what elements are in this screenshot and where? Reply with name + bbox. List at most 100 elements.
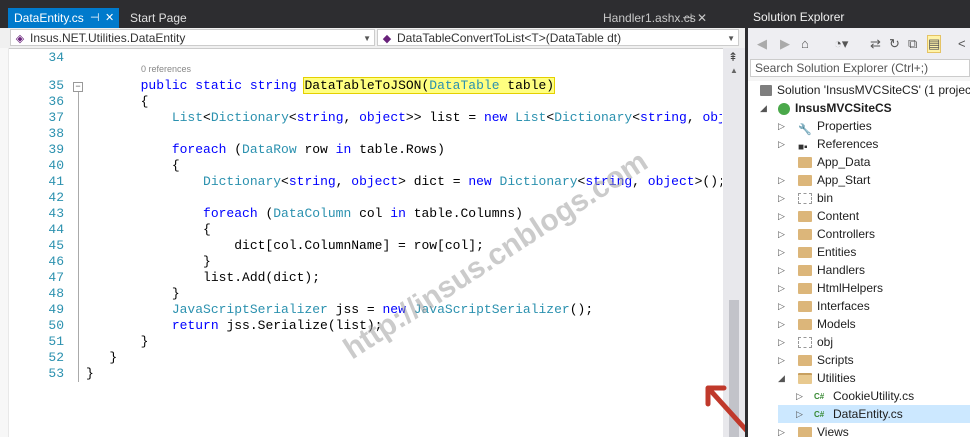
tree-node-dataentity[interactable]: ▷ C# DataEntity.cs xyxy=(778,405,970,423)
home-icon[interactable]: ⌂ xyxy=(801,36,809,51)
tree-node-app-data[interactable]: App_Data xyxy=(798,153,870,171)
tree-node-controllers[interactable]: ▷ Controllers xyxy=(778,225,875,243)
references-icon: ■▪ xyxy=(798,142,808,154)
collapsed-icon[interactable]: ▷ xyxy=(796,387,803,405)
code-editor[interactable]: DataEntity.cs ⊣ ✕ Start Page Handler1.as… xyxy=(0,0,745,437)
expanded-icon[interactable]: ◢ xyxy=(760,99,767,117)
editor-scrollbar[interactable]: ⇞ ▲ xyxy=(723,48,745,437)
folder-icon xyxy=(798,283,812,295)
tree-node-bin[interactable]: ▷ bin xyxy=(778,189,833,207)
collapsed-icon[interactable]: ▷ xyxy=(778,261,785,279)
collapsed-icon[interactable]: ▷ xyxy=(778,423,785,437)
tree-node-properties[interactable]: ▷ 🔧 Properties xyxy=(778,117,872,137)
line-number: 39 xyxy=(48,142,64,157)
pending-changes-filter-icon[interactable]: ◔▾ xyxy=(834,36,848,52)
solution-search-input[interactable]: Search Solution Explorer (Ctrl+;) xyxy=(750,59,970,77)
pin-icon[interactable]: ⊣ xyxy=(90,8,100,28)
tree-node-label: Controllers xyxy=(817,227,876,241)
tree-node-label: Utilities xyxy=(817,371,856,385)
line-number: 42 xyxy=(48,190,64,205)
line-number: 51 xyxy=(48,334,64,349)
web-project-icon xyxy=(778,102,790,115)
class-icon: ◈ xyxy=(15,33,25,45)
tree-node-app-start[interactable]: ▷ App_Start xyxy=(778,171,870,189)
collapsed-icon[interactable]: ▷ xyxy=(778,279,785,297)
splitter-icon[interactable]: ⇞ xyxy=(728,50,738,64)
tab-label: DataEntity.cs xyxy=(14,11,84,25)
collapsed-icon[interactable]: ▷ xyxy=(778,189,785,207)
forward-icon[interactable]: ▶ xyxy=(780,36,790,52)
line-number: 52 xyxy=(48,350,64,365)
collapsed-icon[interactable]: ▷ xyxy=(778,117,785,135)
code-text: } xyxy=(86,366,94,381)
line-number: 49 xyxy=(48,302,64,317)
collapsed-icon[interactable]: ▷ xyxy=(778,297,785,315)
collapsed-icon[interactable]: ▷ xyxy=(778,315,785,333)
tree-node-obj[interactable]: ▷ obj xyxy=(778,333,833,351)
collapsed-icon[interactable]: ▷ xyxy=(778,333,785,351)
tree-node-label: App_Data xyxy=(817,155,871,169)
code-text: public static string DataTableToJSON(Dat… xyxy=(140,77,556,94)
code-area[interactable]: − 0 references 34 35 public static strin… xyxy=(0,48,722,437)
code-text: { xyxy=(86,158,180,173)
tree-node-utilities[interactable]: ◢ Utilities xyxy=(778,369,856,387)
folder-icon xyxy=(798,427,812,437)
folder-icon xyxy=(798,175,812,187)
tree-node-label: Entities xyxy=(817,245,857,259)
tree-node-entities[interactable]: ▷ Entities xyxy=(778,243,856,261)
solution-explorer-title[interactable]: Solution Explorer xyxy=(748,6,970,28)
pin-icon[interactable]: ⊣ xyxy=(682,8,692,28)
close-icon[interactable]: ✕ xyxy=(105,8,114,28)
line-number: 45 xyxy=(48,238,64,253)
line-number: 35 xyxy=(48,78,64,93)
code-text: return jss.Serialize(list); xyxy=(171,318,383,333)
properties-icon[interactable]: < xyxy=(958,36,966,51)
wrench-icon: 🔧 xyxy=(798,124,812,137)
collapse-all-icon[interactable]: ⧉ xyxy=(908,36,917,52)
show-all-files-icon[interactable]: ▤ xyxy=(926,35,942,53)
tree-node-label: DataEntity.cs xyxy=(833,407,903,421)
collapse-icon[interactable]: − xyxy=(73,82,83,92)
tree-node-views[interactable]: ▷ Views xyxy=(778,423,849,437)
tree-node-scripts[interactable]: ▷ Scripts xyxy=(778,351,854,369)
tree-node-handlers[interactable]: ▷ Handlers xyxy=(778,261,865,279)
tab-handler1[interactable]: Handler1.ashx.cs ⊣ ✕ xyxy=(597,8,707,28)
collapsed-icon[interactable]: ▷ xyxy=(796,405,803,423)
tree-node-references[interactable]: ▷ ■▪ References xyxy=(778,135,878,153)
refresh-icon[interactable]: ↻ xyxy=(889,36,900,52)
expanded-icon[interactable]: ◢ xyxy=(778,369,785,387)
collapsed-icon[interactable]: ▷ xyxy=(778,351,785,369)
collapsed-icon[interactable]: ▷ xyxy=(778,207,785,225)
collapsed-icon[interactable]: ▷ xyxy=(778,171,785,189)
tree-node-models[interactable]: ▷ Models xyxy=(778,315,856,333)
tree-node-interfaces[interactable]: ▷ Interfaces xyxy=(778,297,870,315)
folder-icon xyxy=(798,157,812,169)
member-dropdown[interactable]: ◆ DataTableConvertToList<T>(DataTable dt)… xyxy=(377,29,739,46)
tree-node-label: Handlers xyxy=(817,263,866,277)
collapsed-icon[interactable]: ▷ xyxy=(778,135,785,153)
line-number: 37 xyxy=(48,110,64,125)
tree-node-cookieutility[interactable]: ▷ C# CookieUtility.cs xyxy=(796,387,914,405)
tree-node-solution[interactable]: Solution 'InsusMVCSiteCS' (1 projec xyxy=(760,81,970,99)
type-dropdown[interactable]: ◈ Insus.NET.Utilities.DataEntity ▼ xyxy=(10,29,375,46)
tab-start-page[interactable]: Start Page xyxy=(124,8,193,28)
solution-tree: Solution 'InsusMVCSiteCS' (1 projec ◢ Ins… xyxy=(748,81,970,437)
code-text: dict[col.ColumnName] = row[col]; xyxy=(86,238,484,253)
sync-icon[interactable]: ⇄ xyxy=(870,36,881,52)
collapsed-icon[interactable]: ▷ xyxy=(778,225,785,243)
code-text: JavaScriptSerializer jss = new JavaScrip… xyxy=(171,302,594,317)
tab-dataentity[interactable]: DataEntity.cs ⊣ ✕ xyxy=(8,8,119,28)
line-number: 53 xyxy=(48,366,64,381)
scroll-up-icon[interactable]: ▲ xyxy=(730,66,738,75)
collapsed-icon[interactable]: ▷ xyxy=(778,243,785,261)
close-icon[interactable]: ✕ xyxy=(697,8,707,28)
tree-node-content[interactable]: ▷ Content xyxy=(778,207,859,225)
codelens-references[interactable]: 0 references xyxy=(141,64,191,74)
back-icon[interactable]: ◀ xyxy=(757,36,767,52)
navigation-bar: ◈ Insus.NET.Utilities.DataEntity ▼ ◆ DataT… xyxy=(0,28,745,49)
line-number: 47 xyxy=(48,270,64,285)
tree-node-label: Models xyxy=(817,317,856,331)
tree-node-htmlhelpers[interactable]: ▷ HtmlHelpers xyxy=(778,279,883,297)
tree-node-project[interactable]: ◢ InsusMVCSiteCS xyxy=(760,99,892,117)
member-dropdown-value: DataTableConvertToList<T>(DataTable dt) xyxy=(397,31,622,45)
